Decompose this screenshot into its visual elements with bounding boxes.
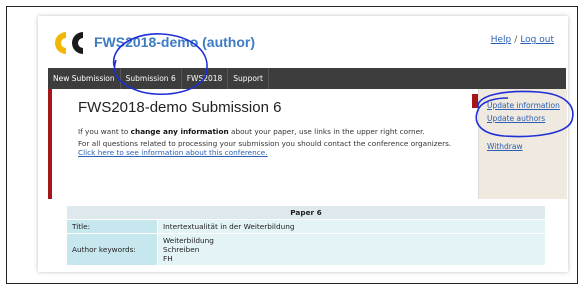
withdraw-link[interactable]: Withdraw xyxy=(487,142,523,151)
page: FWS2018-demo (author) Help / Log out New S… xyxy=(38,16,568,272)
easychair-logo xyxy=(55,32,83,54)
keyword-item: Schreiben xyxy=(163,245,200,254)
main-navbar: New Submission Submission 6 FWS2018 Supp… xyxy=(48,68,566,89)
side-panel: Update information Update authors Withdr… xyxy=(478,89,567,199)
top-links: Help / Log out xyxy=(491,35,554,45)
table-header-row: Paper 6 xyxy=(66,205,546,220)
info-text: If you want to change any information ab… xyxy=(78,127,468,157)
paper-table: Paper 6 Title: Intertextualität in der W… xyxy=(66,205,546,266)
nav-support[interactable]: Support xyxy=(228,68,269,89)
info-paragraph-change: If you want to change any information ab… xyxy=(78,127,468,136)
info-p1-suffix: about your paper, use links in the upper… xyxy=(228,127,425,136)
info-p2-prefix: For all questions related to processing … xyxy=(78,139,452,148)
submission-content: FWS2018-demo Submission 6 If you want to… xyxy=(48,89,482,199)
link-separator: / xyxy=(514,35,518,45)
nav-new-submission[interactable]: New Submission xyxy=(48,68,121,89)
info-p1-bold: change any information xyxy=(130,127,229,136)
nav-conference[interactable]: FWS2018 xyxy=(182,68,229,89)
update-authors-link[interactable]: Update authors xyxy=(487,114,545,123)
title-value: Intertextualität in der Weiterbildung xyxy=(157,219,546,234)
paper-heading: Paper 6 xyxy=(66,205,546,220)
update-information-link[interactable]: Update information xyxy=(487,101,560,110)
help-link[interactable]: Help xyxy=(491,35,512,45)
page-title: FWS2018-demo Submission 6 xyxy=(78,99,282,116)
info-paragraph-contact: For all questions related to processing … xyxy=(78,139,468,157)
nav-submission-6[interactable]: Submission 6 xyxy=(121,68,182,89)
table-row: Title: Intertextualität in der Weiterbil… xyxy=(66,219,546,234)
conference-info-link[interactable]: Click here to see information about this… xyxy=(78,148,268,157)
table-row: Author keywords: Weiterbildung Schreiben… xyxy=(66,233,546,266)
keyword-item: Weiterbildung xyxy=(163,236,214,245)
logout-link[interactable]: Log out xyxy=(520,35,554,45)
info-p1-prefix: If you want to xyxy=(78,127,131,136)
keywords-value: Weiterbildung Schreiben FH xyxy=(157,233,546,266)
keyword-item: FH xyxy=(163,254,173,263)
app-title: FWS2018-demo (author) xyxy=(94,34,256,50)
title-label: Title: xyxy=(66,219,158,234)
keywords-label: Author keywords: xyxy=(66,233,158,266)
